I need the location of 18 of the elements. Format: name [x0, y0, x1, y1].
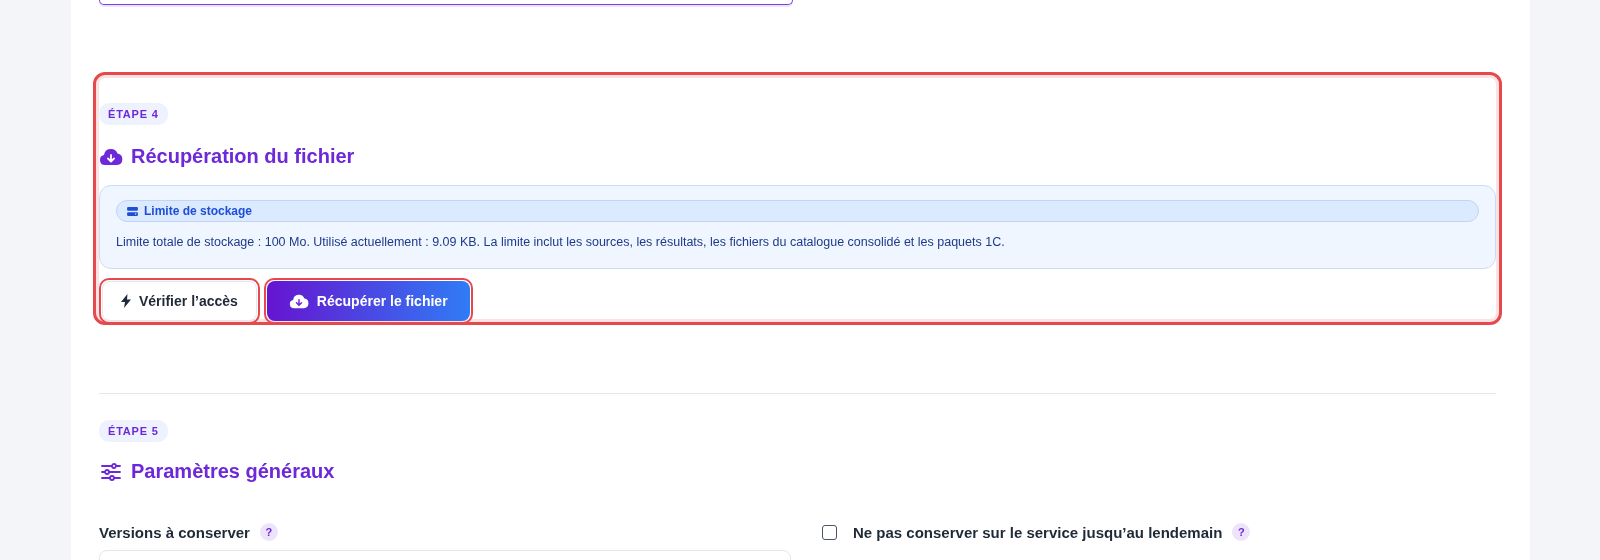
- help-badge[interactable]: ?: [259, 523, 278, 541]
- step-badge: ÉTAPE 5: [99, 420, 168, 442]
- help-badge[interactable]: ?: [1232, 523, 1251, 541]
- cloud-download-icon: [99, 147, 123, 166]
- notice-text: Limite totale de stockage : 100 Mo. Utilisé actuellement : 9.09 KB. La limite inclut les sources, les résultats, les fichiers du catalogue consolidé et les paquets 1C.: [116, 235, 1006, 249]
- retrieve-button[interactable]: Récupérer le fichier: [266, 281, 470, 321]
- section-title: Récupération du fichier: [131, 145, 355, 168]
- lightning-icon: [121, 294, 131, 308]
- storage-icon: [127, 206, 138, 216]
- sliders-icon: [99, 462, 123, 481]
- checkbox-label: Ne pas conserver sur le service jusqu’au lendemain: [853, 523, 1223, 541]
- field-label: Versions à conserver: [99, 523, 250, 541]
- cloud-download-icon: [288, 293, 309, 309]
- section-title: Paramètres généraux: [131, 460, 335, 483]
- step-badge: ÉTAPE 4: [99, 103, 168, 125]
- checkbox[interactable]: [822, 524, 837, 540]
- notice-label: Limite de stockage: [144, 204, 253, 218]
- check-button[interactable]: Vérifier l’accès: [102, 281, 257, 321]
